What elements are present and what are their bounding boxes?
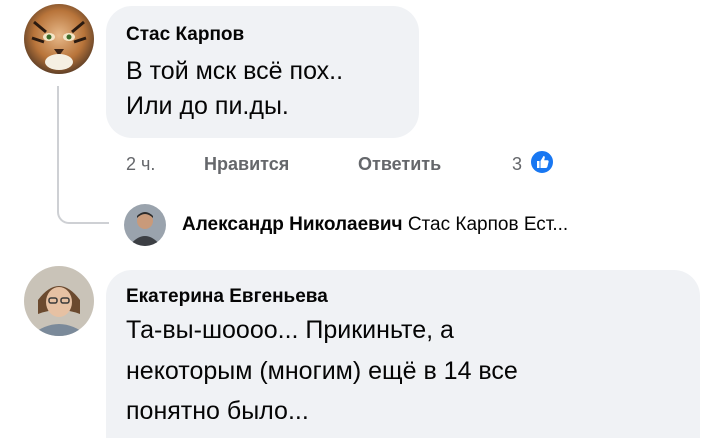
- like-icon[interactable]: [529, 149, 555, 175]
- reply-avatar[interactable]: [124, 204, 166, 246]
- reply-preview[interactable]: Александр Николаевич Стас Карпов Ест...: [182, 214, 568, 236]
- like-button[interactable]: Нравится: [204, 154, 289, 175]
- reply-author: Александр Николаевич: [182, 214, 403, 235]
- comment-text-line: В той мск всё пох..: [126, 57, 344, 85]
- comment-text-line: некоторым (многим) ещё в 14 все: [126, 357, 518, 385]
- reply-snippet: Стас Карпов Ест...: [407, 214, 569, 235]
- thread-connector: [57, 86, 109, 224]
- comment-author[interactable]: Екатерина Евгеньева: [126, 286, 328, 308]
- reply-button[interactable]: Ответить: [358, 154, 441, 175]
- commenter-avatar[interactable]: [24, 4, 94, 74]
- comment-text-line: понятно было...: [126, 397, 309, 425]
- commenter-avatar[interactable]: [24, 266, 94, 336]
- comment-text-line: Или до пи.ды.: [126, 92, 289, 120]
- comment-timestamp[interactable]: 2 ч.: [126, 154, 155, 175]
- reaction-count[interactable]: 3: [512, 154, 522, 175]
- comment-text-line: Та-вы-шоооо... Прикиньте, а: [126, 316, 454, 344]
- comment-author[interactable]: Стас Карпов: [126, 24, 244, 46]
